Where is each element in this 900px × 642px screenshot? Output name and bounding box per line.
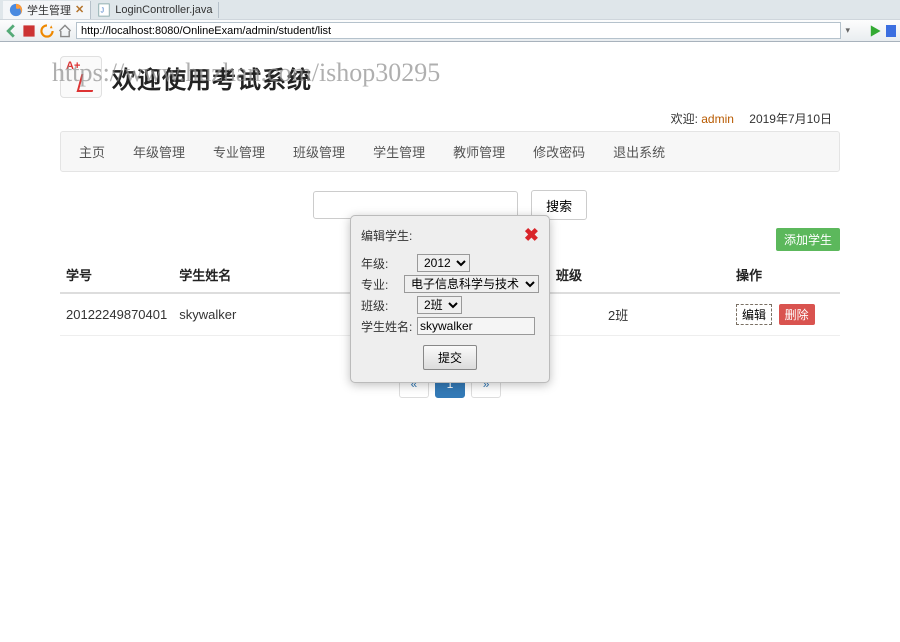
- th-action: 操作: [730, 257, 840, 293]
- logo-icon: [60, 56, 102, 98]
- tab-strip: 学生管理 ✕ J LoginController.java: [0, 0, 900, 19]
- address-bar: ▾: [0, 19, 900, 41]
- browser-chrome: 学生管理 ✕ J LoginController.java ▾: [0, 0, 900, 42]
- url-dropdown-icon[interactable]: ▾: [845, 25, 850, 36]
- modal-row-major: 专业: 电子信息科学与技术: [361, 275, 539, 293]
- back-icon[interactable]: [4, 24, 18, 38]
- nav-grade[interactable]: 年级管理: [119, 132, 199, 171]
- welcome-bar: 欢迎: admin 2019年7月10日: [60, 106, 840, 131]
- nav-student[interactable]: 学生管理: [359, 132, 439, 171]
- delete-button[interactable]: 删除: [779, 304, 815, 325]
- welcome-date: 2019年7月10日: [749, 112, 832, 126]
- tab-title: LoginController.java: [115, 4, 212, 16]
- tab-close-icon[interactable]: ✕: [75, 3, 84, 16]
- nav-class[interactable]: 班级管理: [279, 132, 359, 171]
- header-banner: 欢迎使用考试系统: [60, 48, 840, 106]
- label-name: 学生姓名:: [361, 318, 417, 335]
- close-icon[interactable]: ✖: [524, 226, 539, 244]
- browser-tab-active[interactable]: 学生管理 ✕: [3, 1, 91, 19]
- welcome-username: admin: [701, 112, 734, 126]
- modal-row-class: 班级: 2班: [361, 296, 539, 314]
- reload-icon[interactable]: [40, 24, 54, 38]
- input-student-name[interactable]: [417, 317, 535, 335]
- select-class[interactable]: 2班: [417, 296, 462, 314]
- label-class: 班级:: [361, 297, 417, 314]
- modal-row-grade: 年级: 2012: [361, 254, 539, 272]
- banner-title: 欢迎使用考试系统: [112, 60, 312, 95]
- url-input[interactable]: [76, 22, 841, 39]
- select-grade[interactable]: 2012: [417, 254, 470, 272]
- modal-header: 编辑学生: ✖: [361, 226, 539, 244]
- edit-button[interactable]: 编辑: [736, 304, 772, 325]
- label-major: 专业:: [361, 276, 404, 293]
- firefox-icon: [9, 3, 23, 17]
- tab-title: 学生管理: [27, 2, 71, 18]
- stop-icon[interactable]: [22, 24, 36, 38]
- nav-password[interactable]: 修改密码: [519, 132, 599, 171]
- edit-student-modal: 编辑学生: ✖ 年级: 2012 专业: 电子信息科学与技术 班级: 2班 学生…: [350, 215, 550, 383]
- add-student-button[interactable]: 添加学生: [776, 228, 840, 251]
- java-file-icon: J: [97, 3, 111, 17]
- select-major[interactable]: 电子信息科学与技术: [404, 275, 539, 293]
- nav-home[interactable]: 主页: [65, 132, 119, 171]
- label-grade: 年级:: [361, 255, 417, 272]
- go-icon[interactable]: [868, 24, 882, 38]
- browser-tab[interactable]: J LoginController.java: [91, 2, 219, 18]
- submit-button[interactable]: 提交: [423, 345, 477, 370]
- cell-actions: 编辑 删除: [730, 293, 840, 336]
- welcome-prefix: 欢迎:: [671, 112, 702, 126]
- home-icon[interactable]: [58, 24, 72, 38]
- cell-id: 20122249870401: [60, 293, 173, 336]
- modal-title: 编辑学生:: [361, 227, 412, 244]
- cell-class: 电子信息2班: [550, 293, 730, 336]
- modal-row-name: 学生姓名:: [361, 317, 539, 335]
- svg-text:J: J: [101, 7, 105, 14]
- modal-submit-row: 提交: [361, 345, 539, 370]
- nav-logout[interactable]: 退出系统: [599, 132, 679, 171]
- flag-icon: [886, 25, 896, 37]
- th-id: 学号: [60, 257, 173, 293]
- nav-major[interactable]: 专业管理: [199, 132, 279, 171]
- th-class: 班级: [550, 257, 730, 293]
- main-nav: 主页 年级管理 专业管理 班级管理 学生管理 教师管理 修改密码 退出系统: [60, 131, 840, 172]
- nav-teacher[interactable]: 教师管理: [439, 132, 519, 171]
